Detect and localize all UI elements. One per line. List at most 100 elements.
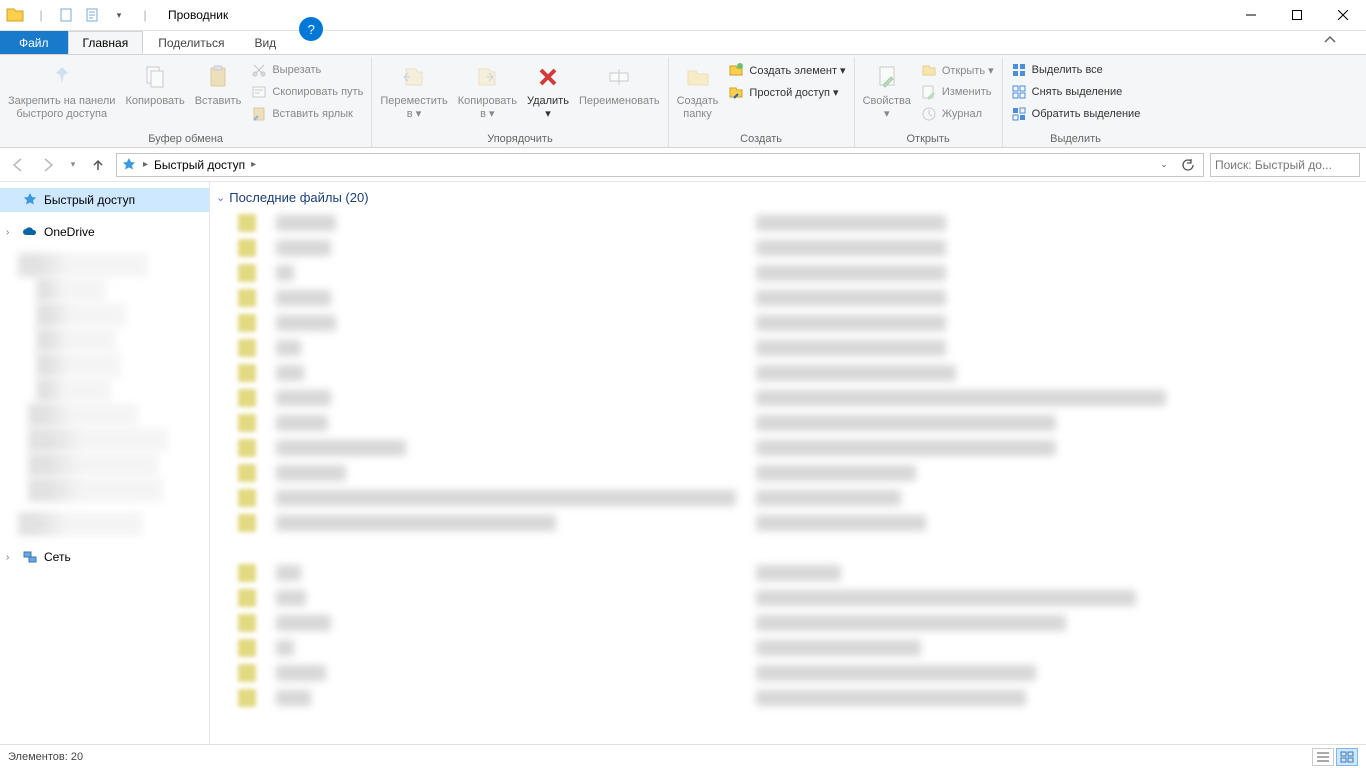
search-box[interactable] — [1210, 153, 1360, 177]
sidebar-item-blurred[interactable] — [36, 278, 106, 302]
file-icon — [238, 339, 256, 357]
file-row[interactable] — [216, 511, 1366, 535]
file-path-blurred — [756, 590, 1136, 606]
file-row[interactable] — [216, 311, 1366, 335]
invert-selection-button[interactable]: Обратить выделение — [1007, 103, 1145, 125]
up-button[interactable] — [86, 153, 110, 177]
sidebar-item-onedrive[interactable]: › OneDrive — [0, 220, 209, 244]
group-clipboard: Закрепить на панели быстрого доступа Коп… — [0, 57, 372, 147]
copy-to-button[interactable]: Копировать в ▾ — [454, 57, 521, 131]
file-row[interactable] — [216, 286, 1366, 310]
minimize-button[interactable] — [1228, 0, 1274, 31]
sidebar-item-blurred[interactable] — [36, 303, 126, 327]
paste-shortcut-button[interactable]: Вставить ярлык — [247, 103, 367, 125]
sidebar-item-blurred[interactable] — [28, 403, 138, 427]
file-name-blurred — [276, 440, 406, 456]
file-row[interactable] — [216, 461, 1366, 485]
file-row[interactable] — [216, 336, 1366, 360]
sidebar-item-network[interactable]: › Сеть — [0, 545, 209, 569]
sidebar-item-label: Быстрый доступ — [44, 193, 135, 207]
properties-qat-icon[interactable] — [56, 4, 78, 26]
main-area: Быстрый доступ › OneDrive › Сеть — [0, 182, 1366, 744]
file-row[interactable] — [216, 686, 1366, 710]
group-label-new: Создать — [673, 132, 850, 147]
history-button[interactable]: Журнал — [917, 103, 998, 125]
sidebar-item-blurred[interactable] — [28, 453, 158, 477]
view-thumbnails-button[interactable] — [1336, 748, 1358, 766]
file-row[interactable] — [216, 486, 1366, 510]
close-button[interactable] — [1320, 0, 1366, 31]
sidebar-item-blurred[interactable] — [36, 353, 121, 377]
sidebar-item-blurred[interactable] — [18, 253, 148, 277]
file-row[interactable] — [216, 236, 1366, 260]
chevron-right-icon[interactable]: › — [6, 227, 16, 238]
chevron-right-icon[interactable]: › — [6, 552, 16, 563]
group-header-recent-files[interactable]: ⌄ Последние файлы (20) — [216, 188, 1366, 211]
recent-locations-button[interactable]: ▾ — [66, 153, 80, 177]
refresh-button[interactable] — [1177, 154, 1199, 176]
file-row[interactable] — [216, 411, 1366, 435]
tab-share[interactable]: Поделиться — [143, 31, 239, 54]
pin-quick-access-button[interactable]: Закрепить на панели быстрого доступа — [4, 57, 119, 131]
maximize-button[interactable] — [1274, 0, 1320, 31]
qat-customize-icon[interactable]: ▾ — [108, 4, 130, 26]
file-row[interactable] — [216, 261, 1366, 285]
file-row[interactable] — [216, 436, 1366, 460]
sidebar-item-quick-access[interactable]: Быстрый доступ — [0, 188, 209, 212]
address-bar[interactable]: ▸ Быстрый доступ ▸ ⌄ — [116, 153, 1204, 177]
file-row[interactable] — [216, 536, 1366, 560]
tab-view[interactable]: Вид — [239, 31, 291, 54]
sidebar-item-blurred[interactable] — [36, 328, 116, 352]
tab-file[interactable]: Файл — [0, 31, 68, 54]
file-row[interactable] — [216, 586, 1366, 610]
breadcrumb-arrow-icon[interactable]: ▸ — [249, 159, 258, 170]
file-row[interactable] — [216, 661, 1366, 685]
file-row[interactable] — [216, 611, 1366, 635]
quick-access-star-icon — [121, 157, 137, 173]
easy-access-button[interactable]: Простой доступ ▾ — [724, 81, 849, 103]
collapse-ribbon-icon[interactable] — [1324, 35, 1336, 47]
navigation-pane: Быстрый доступ › OneDrive › Сеть — [0, 182, 210, 744]
new-folder-button[interactable]: Создать папку — [673, 57, 723, 131]
file-row[interactable] — [216, 361, 1366, 385]
edit-button[interactable]: Изменить — [917, 81, 998, 103]
breadcrumb-arrow-icon[interactable]: ▸ — [141, 159, 150, 170]
properties-button[interactable]: Свойства ▾ — [859, 57, 915, 131]
sidebar-item-blurred[interactable] — [28, 478, 163, 502]
file-row[interactable] — [216, 636, 1366, 660]
new-item-button[interactable]: Создать элемент ▾ — [724, 59, 849, 81]
sidebar-item-blurred[interactable] — [36, 378, 111, 402]
cut-button[interactable]: Вырезать — [247, 59, 367, 81]
delete-button[interactable]: Удалить ▾ — [523, 57, 573, 131]
new-folder-qat-icon[interactable] — [82, 4, 104, 26]
move-to-button[interactable]: Переместить в ▾ — [376, 57, 451, 131]
group-select: Выделить все Снять выделение Обратить вы… — [1003, 57, 1149, 147]
view-details-button[interactable] — [1312, 748, 1334, 766]
search-input[interactable] — [1215, 158, 1366, 172]
file-path-blurred — [756, 290, 946, 306]
file-name-blurred — [276, 465, 346, 481]
copy-path-button[interactable]: Скопировать путь — [247, 81, 367, 103]
select-all-button[interactable]: Выделить все — [1007, 59, 1145, 81]
back-button[interactable] — [6, 153, 30, 177]
rename-button[interactable]: Переименовать — [575, 57, 664, 131]
open-button[interactable]: Открыть ▾ — [917, 59, 998, 81]
pin-icon — [46, 61, 78, 93]
sidebar-item-blurred[interactable] — [28, 428, 168, 452]
file-row[interactable] — [216, 211, 1366, 235]
select-none-button[interactable]: Снять выделение — [1007, 81, 1145, 103]
tab-home[interactable]: Главная — [68, 31, 144, 54]
sidebar-item-blurred[interactable] — [18, 512, 143, 536]
help-button[interactable]: ? — [299, 17, 323, 41]
file-icon — [238, 664, 256, 682]
copy-button[interactable]: Копировать — [121, 57, 188, 131]
file-row[interactable] — [216, 561, 1366, 585]
file-row[interactable] — [216, 386, 1366, 410]
forward-button[interactable] — [36, 153, 60, 177]
breadcrumb[interactable]: Быстрый доступ — [154, 158, 245, 172]
group-label-open: Открыть — [859, 132, 998, 147]
paste-button[interactable]: Вставить — [191, 57, 246, 131]
content-pane: ⌄ Последние файлы (20) — [210, 182, 1366, 744]
file-path-blurred — [756, 340, 946, 356]
address-dropdown-button[interactable]: ⌄ — [1153, 154, 1175, 176]
